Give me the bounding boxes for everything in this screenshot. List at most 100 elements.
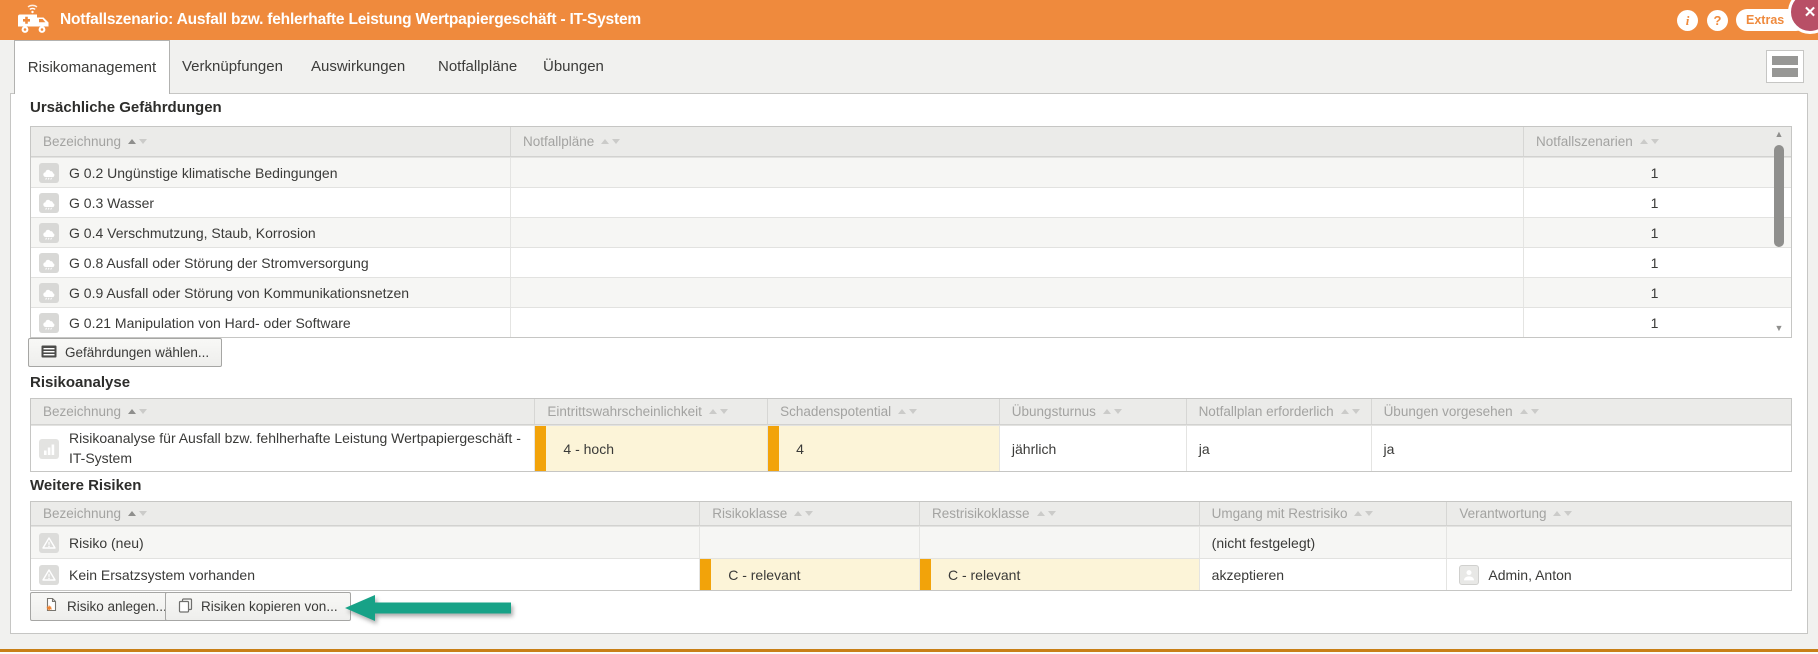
column-header-notfallplaene[interactable]: Notfallpläne [511, 127, 1524, 156]
scrollbar-thumb[interactable] [1774, 145, 1784, 247]
cell-notfallplaene [511, 158, 1524, 187]
section-title-gefaehrdungen: Ursächliche Gefährdungen [30, 99, 222, 116]
sort-icons [898, 409, 917, 414]
cell-notfallszenarien: 1 [1524, 218, 1791, 247]
annotation-arrow-left-icon [345, 594, 513, 627]
cell-schadenspotential: 4 [768, 426, 1000, 471]
cell-uebungen-vorgesehen: ja [1372, 426, 1792, 471]
table-row[interactable]: G 0.2 Ungünstige klimatische Bedingungen… [31, 157, 1791, 187]
tab-uebungen[interactable]: Übungen [543, 40, 604, 93]
sort-icons [709, 409, 728, 414]
cell-eintrittswahrscheinlichkeit: 4 - hoch [535, 426, 768, 471]
table-row[interactable]: G 0.9 Ausfall oder Störung von Kommunika… [31, 277, 1791, 307]
sort-icons [1354, 511, 1373, 516]
tab-label: Übungen [543, 58, 604, 75]
sort-icons [1103, 409, 1122, 414]
tab-auswirkungen[interactable]: Auswirkungen [311, 40, 405, 93]
choose-hazards-button[interactable]: Gefährdungen wählen... [28, 338, 222, 367]
layout-toggle-icon[interactable] [1766, 50, 1804, 83]
column-header-uebungen-vorgesehen[interactable]: Übungen vorgesehen [1372, 399, 1791, 424]
row-label: G 0.3 Wasser [69, 195, 154, 211]
column-header-risikoklasse[interactable]: Risikoklasse [700, 502, 920, 525]
column-header-schadenspotential[interactable]: Schadenspotential [768, 399, 1000, 424]
table-scrollbar: ▲ ▼ [1771, 127, 1787, 335]
table-row[interactable]: G 0.3 Wasser 1 [31, 187, 1791, 217]
column-header-eintrittswahrscheinlichkeit[interactable]: Eintrittswahrscheinlichkeit [535, 399, 768, 424]
info-button[interactable]: i [1677, 10, 1698, 31]
column-header-bezeichnung[interactable]: Bezeichnung [31, 399, 535, 424]
weitere-risiken-table: Bezeichnung Risikoklasse Restrisikoklass… [30, 501, 1792, 591]
cell-uebungsturnus: jährlich [1000, 426, 1187, 471]
title-bar: Notfallszenario: Ausfall bzw. fehlerhaft… [0, 0, 1818, 40]
column-header-umgang-mit-restrisiko[interactable]: Umgang mit Restrisiko [1200, 502, 1448, 525]
column-header-bezeichnung[interactable]: Bezeichnung [31, 502, 700, 525]
cell-risikoklasse [700, 527, 920, 558]
hazard-weather-icon [39, 163, 59, 183]
extras-label: Extras [1746, 13, 1784, 27]
sort-icons [794, 511, 813, 516]
hazard-weather-icon [39, 223, 59, 243]
person-name: Admin, Anton [1488, 567, 1571, 583]
risk-warning-icon [39, 565, 59, 585]
sort-icons [128, 139, 147, 144]
page-title: Notfallszenario: Ausfall bzw. fehlerhaft… [60, 0, 641, 40]
table-row[interactable]: G 0.4 Verschmutzung, Staub, Korrosion 1 [31, 217, 1791, 247]
column-header-notfallplan-erforderlich[interactable]: Notfallplan erforderlich [1187, 399, 1372, 424]
column-header-restrisikoklasse[interactable]: Restrisikoklasse [920, 502, 1200, 525]
sort-icons [1553, 511, 1572, 516]
sort-icons [1520, 409, 1539, 414]
column-header-uebungsturnus[interactable]: Übungsturnus [1000, 399, 1187, 424]
table-row[interactable]: G 0.21 Manipulation von Hard- oder Softw… [31, 307, 1791, 337]
cell-umgang-mit-restrisiko: akzeptieren [1200, 559, 1448, 590]
risk-warning-icon [39, 533, 59, 553]
risikoanalyse-table: Bezeichnung Eintrittswahrscheinlichkeit … [30, 398, 1792, 472]
hazard-weather-icon [39, 193, 59, 213]
cell-notfallszenarien: 1 [1524, 308, 1791, 337]
cell-verantwortung [1447, 527, 1791, 558]
tab-verknuepfungen[interactable]: Verknüpfungen [182, 40, 283, 93]
tab-notfallplaene[interactable]: Notfallpläne [438, 40, 517, 93]
row-label: Risiko (neu) [69, 535, 144, 551]
sort-icons [1037, 511, 1056, 516]
hazard-weather-icon [39, 283, 59, 303]
scroll-down-icon[interactable]: ▼ [1771, 323, 1787, 333]
column-header-bezeichnung[interactable]: Bezeichnung [31, 127, 511, 156]
list-icon [41, 345, 57, 361]
column-header-notfallszenarien[interactable]: Notfallszenarien [1524, 127, 1791, 156]
cell-notfallszenarien: 1 [1524, 248, 1791, 277]
cell-notfallplaene [511, 278, 1524, 307]
row-label: G 0.4 Verschmutzung, Staub, Korrosion [69, 225, 316, 241]
cell-verantwortung: Admin, Anton [1447, 559, 1791, 590]
help-button[interactable]: ? [1707, 10, 1728, 31]
cell-restrisikoklasse [920, 527, 1200, 558]
row-label: G 0.9 Ausfall oder Störung von Kommunika… [69, 285, 409, 301]
cell-risikoklasse: C - relevant [700, 559, 920, 590]
cell-notfallplaene [511, 248, 1524, 277]
column-header-verantwortung[interactable]: Verantwortung [1447, 502, 1791, 525]
hazard-weather-icon [39, 253, 59, 273]
sort-icons [128, 409, 147, 414]
table-row[interactable]: Kein Ersatzsystem vorhanden C - relevant… [31, 558, 1791, 590]
cell-notfallplaene [511, 218, 1524, 247]
table-header-row: Bezeichnung Eintrittswahrscheinlichkeit … [31, 399, 1791, 425]
table-row[interactable]: Risiko (neu) (nicht festgelegt) [31, 526, 1791, 558]
copy-risks-button[interactable]: Risiken kopieren von... [165, 592, 351, 621]
tab-label: Notfallpläne [438, 58, 517, 75]
gefaehrdungen-table: Bezeichnung Notfallpläne Notfallszenarie… [30, 126, 1792, 338]
row-label: G 0.8 Ausfall oder Störung der Stromvers… [69, 255, 369, 271]
sort-icons [601, 139, 620, 144]
risk-analysis-chart-icon [39, 439, 59, 459]
create-risk-button[interactable]: Risiko anlegen... [30, 592, 180, 621]
app-window: Notfallszenario: Ausfall bzw. fehlerhaft… [0, 0, 1818, 654]
tab-risikomanagement[interactable]: Risikomanagement [14, 40, 170, 94]
table-header-row: Bezeichnung Risikoklasse Restrisikoklass… [31, 502, 1791, 526]
sort-icons [1640, 139, 1659, 144]
cell-notfallszenarien: 1 [1524, 158, 1791, 187]
row-label: Risikoanalyse für Ausfall bzw. fehlherha… [69, 429, 521, 468]
table-row[interactable]: Risikoanalyse für Ausfall bzw. fehlherha… [31, 425, 1791, 471]
cell-notfallszenarien: 1 [1524, 278, 1791, 307]
scroll-up-icon[interactable]: ▲ [1771, 129, 1787, 139]
tab-label: Auswirkungen [311, 58, 405, 75]
sort-icons [1341, 409, 1360, 414]
table-row[interactable]: G 0.8 Ausfall oder Störung der Stromvers… [31, 247, 1791, 277]
